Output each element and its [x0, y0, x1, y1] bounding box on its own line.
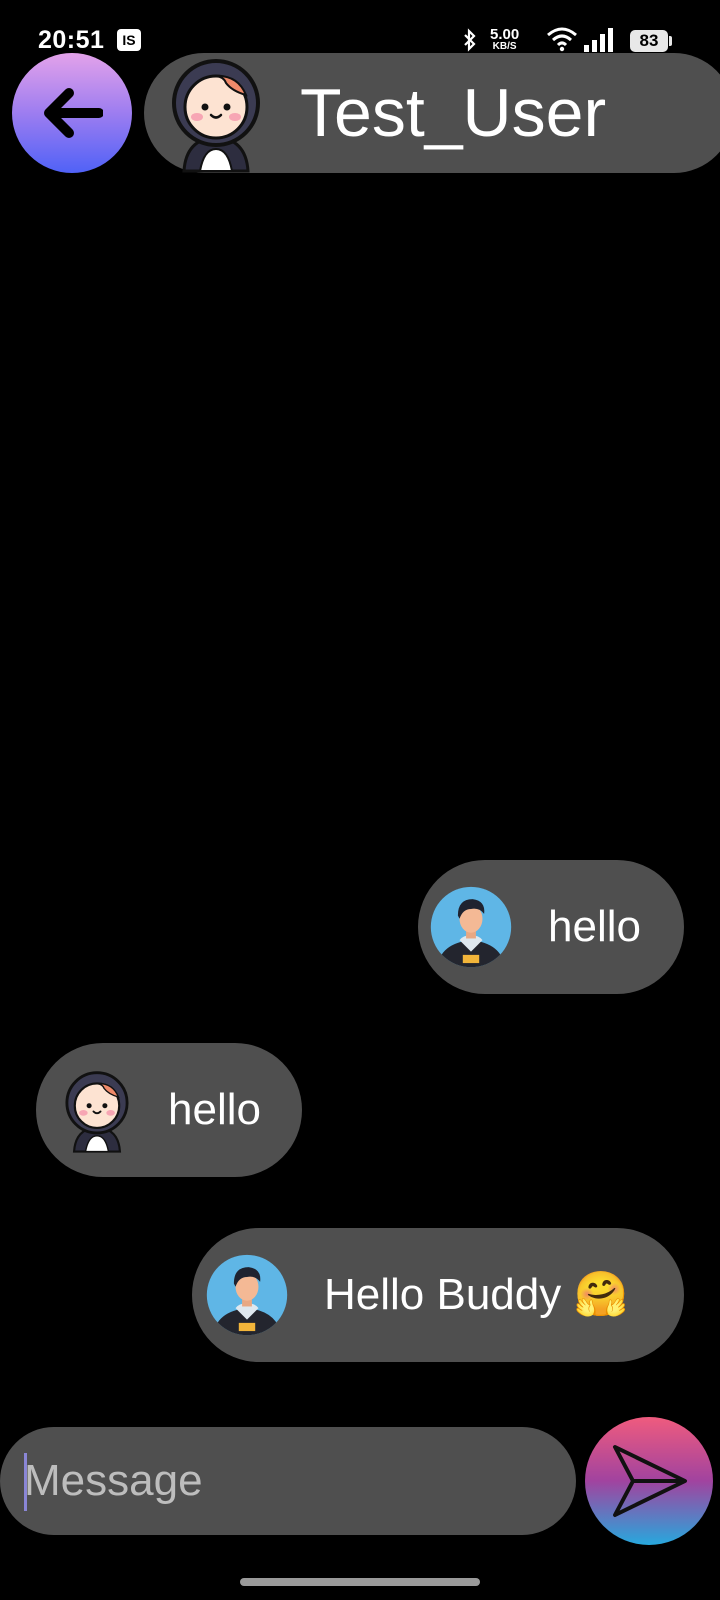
speed-unit: KB/S: [492, 41, 517, 52]
message-composer[interactable]: [0, 1427, 576, 1535]
text-cursor: [24, 1453, 27, 1511]
message-input[interactable]: [24, 1427, 564, 1535]
message-bubble-sent[interactable]: hello: [418, 860, 684, 994]
status-time: 20:51: [38, 26, 105, 54]
sender-avatar: [430, 886, 512, 968]
message-bubble-received[interactable]: hello: [36, 1043, 302, 1177]
ib-badge-icon: IS: [117, 29, 141, 51]
network-speed: 5.00 KB/S: [490, 27, 519, 52]
battery-icon: 83: [630, 30, 672, 52]
sender-avatar: [206, 1254, 288, 1336]
contact-name: Test_User: [300, 75, 607, 151]
arrow-left-icon: [44, 88, 103, 138]
receiver-avatar: [54, 1067, 140, 1153]
send-button[interactable]: [585, 1417, 713, 1545]
back-button[interactable]: [12, 53, 132, 173]
chat-header[interactable]: Test_User: [144, 53, 720, 173]
send-icon: [613, 1445, 687, 1517]
message-text: hello: [548, 902, 641, 951]
contact-avatar: [166, 53, 266, 173]
message-text: Hello Buddy 🤗: [324, 1270, 629, 1319]
home-indicator[interactable]: [240, 1578, 480, 1586]
status-bar: 20:51 IS 5.00 KB/S 83: [0, 0, 720, 60]
message-bubble-sent[interactable]: Hello Buddy 🤗: [192, 1228, 684, 1362]
message-text: hello: [168, 1085, 261, 1134]
speed-value: 5.00: [490, 26, 520, 43]
